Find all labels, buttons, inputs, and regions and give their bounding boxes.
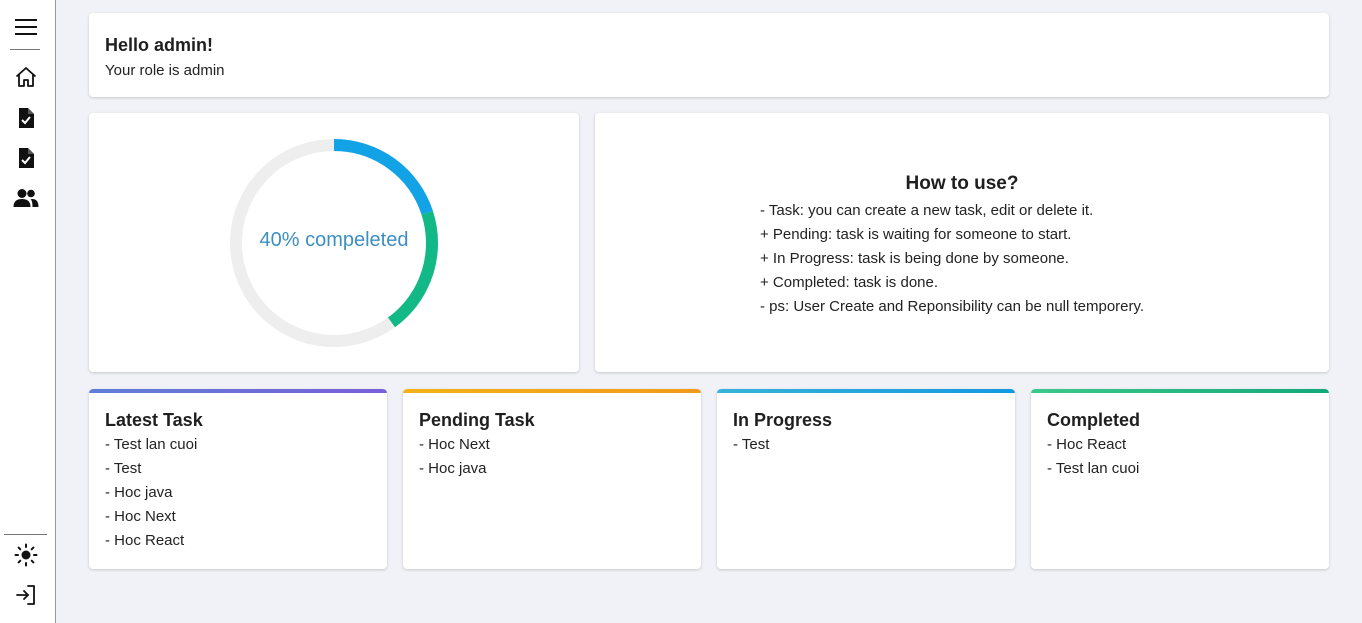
- task-document-icon[interactable]: [8, 103, 44, 133]
- how-to-use-line: - ps: User Create and Reponsibility can …: [760, 298, 1145, 315]
- list-item: - Test: [105, 460, 142, 477]
- card-title: Completed: [1047, 410, 1141, 430]
- progress-label: 40% compeleted: [259, 229, 409, 251]
- task-list: - Test: [733, 433, 999, 457]
- card-title: In Progress: [733, 410, 833, 430]
- progress-card: 40% compeleted: [89, 113, 579, 372]
- how-to-use-title: How to use?: [905, 173, 1019, 194]
- card-title: Latest Task: [105, 410, 203, 430]
- sidebar-divider: [4, 534, 47, 535]
- list-item: - Hoc Next: [419, 436, 490, 453]
- card-accent-bar: [403, 389, 701, 393]
- pending-document-icon[interactable]: [8, 143, 44, 173]
- how-to-use-line: + Completed: task is done.: [760, 274, 939, 291]
- users-icon[interactable]: [8, 183, 44, 213]
- list-item: - Hoc React: [1047, 436, 1127, 453]
- pending-task-card: Pending Task - Hoc Next - Hoc java: [403, 389, 701, 569]
- task-list: - Hoc Next - Hoc java: [419, 433, 685, 481]
- how-to-use-line: + Pending: task is waiting for someone t…: [760, 226, 1072, 243]
- card-accent-bar: [717, 389, 1015, 393]
- list-item: - Test lan cuoi: [1047, 460, 1140, 477]
- home-icon[interactable]: [8, 62, 44, 92]
- logout-icon[interactable]: [8, 580, 44, 610]
- greeting-title: Hello admin!: [105, 35, 214, 55]
- list-item: - Hoc React: [105, 532, 185, 549]
- how-to-use-line: + In Progress: task is being done by som…: [760, 250, 1069, 267]
- list-item: - Test: [733, 436, 770, 453]
- how-to-use-card: How to use? - Task: you can create a new…: [595, 113, 1329, 372]
- task-list: - Hoc React - Test lan cuoi: [1047, 433, 1313, 481]
- greeting-subtitle: Your role is admin: [105, 62, 225, 79]
- list-item: - Hoc Next: [105, 508, 176, 525]
- task-list: - Test lan cuoi - Test - Hoc java - Hoc …: [105, 433, 371, 553]
- list-item: - Hoc java: [105, 484, 173, 501]
- greeting-card: Hello admin! Your role is admin: [89, 13, 1329, 97]
- card-title: Pending Task: [419, 410, 535, 430]
- latest-task-card: Latest Task - Test lan cuoi - Test - Hoc…: [89, 389, 387, 569]
- list-item: - Test lan cuoi: [105, 436, 198, 453]
- card-accent-bar: [89, 389, 387, 393]
- completed-card: Completed - Hoc React - Test lan cuoi: [1031, 389, 1329, 569]
- card-accent-bar: [1031, 389, 1329, 393]
- sun-icon[interactable]: [8, 540, 44, 570]
- how-to-use-list: - Task: you can create a new task, edit …: [760, 199, 1144, 319]
- in-progress-card: In Progress - Test: [717, 389, 1015, 569]
- how-to-use-line: - Task: you can create a new task, edit …: [760, 202, 1094, 219]
- sidebar-divider: [10, 49, 40, 50]
- list-item: - Hoc java: [419, 460, 487, 477]
- sidebar: [0, 0, 56, 623]
- menu-icon[interactable]: [8, 12, 44, 42]
